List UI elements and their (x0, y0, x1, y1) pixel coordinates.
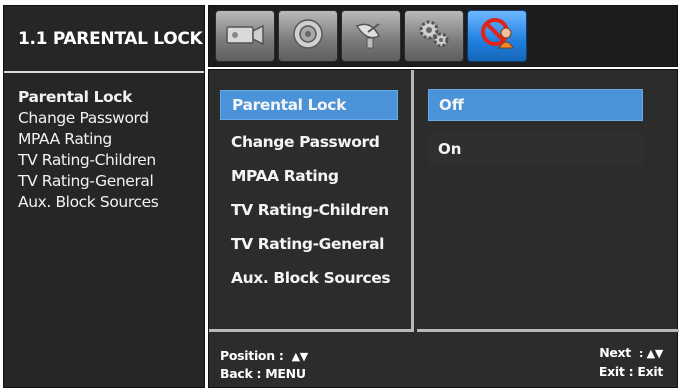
up-down-arrows-icon: ▲▼ (291, 350, 309, 363)
audio-speaker-icon (286, 16, 330, 56)
key-help-footer: Position : ▲▼ Back : MENU Next : ▲▼ Exit… (209, 335, 677, 387)
video-input-icon (223, 19, 267, 53)
tab-parental-lock[interactable] (467, 10, 527, 62)
exit-keys: : Exit (628, 364, 664, 379)
tab-audio[interactable] (278, 10, 338, 62)
sidebar-item-tv-rating-children: TV Rating-Children (18, 151, 156, 169)
sidebar-item-change-password: Change Password (18, 109, 149, 127)
back-hint: Back : MENU (220, 366, 306, 381)
main-panel: Parental Lock Change Password MPAA Ratin… (208, 69, 679, 388)
sidebar-item-mpaa-rating: MPAA Rating (18, 130, 112, 148)
satellite-dish-icon (349, 16, 393, 56)
tab-setup[interactable] (404, 10, 464, 62)
page-title: 1.1 PARENTAL LOCK (4, 6, 204, 73)
sidebar-list: Parental Lock Change Password MPAA Ratin… (18, 87, 159, 213)
settings-gears-icon (412, 16, 456, 56)
tab-video[interactable] (215, 10, 275, 62)
menu-item-parental-lock[interactable]: Parental Lock (220, 90, 398, 120)
sidebar-item-aux-block-sources: Aux. Block Sources (18, 193, 159, 211)
key-help-right: Next : ▲▼ Exit : Exit (599, 344, 663, 381)
menu-item-tv-rating-children[interactable]: TV Rating-Children (220, 195, 398, 225)
menu-item-tv-rating-general[interactable]: TV Rating-General (220, 229, 398, 259)
option-list: Off On (417, 70, 679, 332)
sidebar: 1.1 PARENTAL LOCK Parental Lock Change P… (3, 5, 205, 388)
key-help-left: Position : ▲▼ Back : MENU (220, 347, 308, 382)
next-keys: : ▲▼ (639, 347, 663, 360)
menu-item-mpaa-rating[interactable]: MPAA Rating (220, 161, 398, 191)
tab-channel[interactable] (341, 10, 401, 62)
exit-hint: Exit : Exit (599, 363, 663, 381)
sidebar-item-tv-rating-general: TV Rating-General (18, 172, 154, 190)
next-label: Next (599, 345, 631, 360)
option-on[interactable]: On (428, 133, 643, 165)
menu-item-aux-block-sources[interactable]: Aux. Block Sources (220, 263, 398, 293)
position-hint: Position : ▲▼ (220, 347, 308, 365)
exit-label: Exit (598, 364, 625, 379)
sidebar-item-parental-lock: Parental Lock (18, 88, 132, 106)
option-off[interactable]: Off (428, 89, 643, 121)
menu-item-change-password[interactable]: Change Password (220, 127, 398, 157)
osd-frame: 1.1 PARENTAL LOCK Parental Lock Change P… (0, 0, 680, 391)
position-label: Position : (220, 348, 284, 363)
next-hint: Next : ▲▼ (599, 344, 663, 363)
parental-lock-icon (475, 16, 519, 56)
menu-list: Parental Lock Change Password MPAA Ratin… (209, 70, 414, 332)
menu-tab-bar (208, 5, 678, 67)
